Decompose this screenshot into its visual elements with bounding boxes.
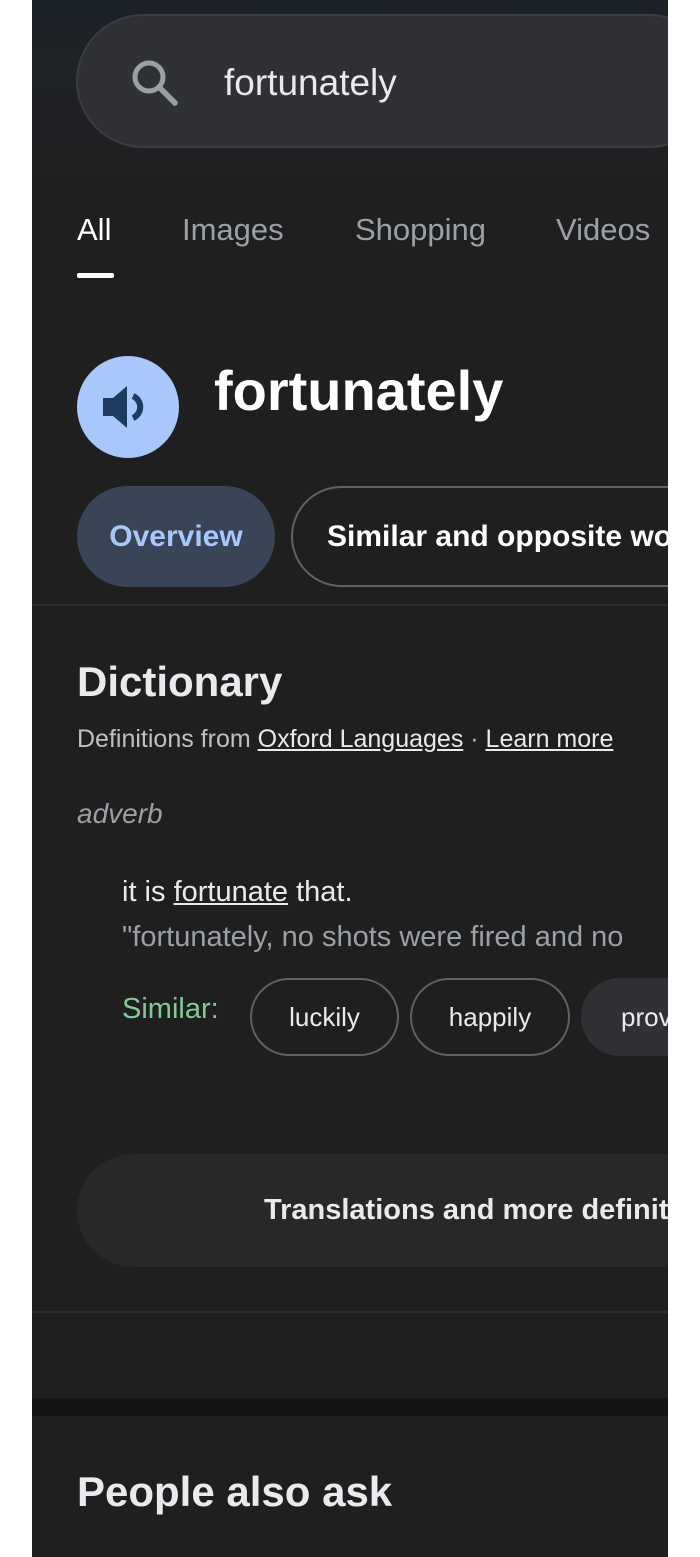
speaker-icon [103,386,144,428]
definition-text: it is fortunate that. [122,873,353,911]
synonym-chip-luckily[interactable]: luckily [250,978,399,1056]
search-input[interactable]: fortunately [224,60,397,106]
synonym-chip-providentially[interactable]: providentially [581,978,668,1056]
similar-label: Similar: [122,993,219,1025]
similar-opposite-chip[interactable]: Similar and opposite words [291,486,668,587]
tab-all[interactable]: All [77,210,111,250]
translations-button[interactable]: Translations and more definitions [77,1154,668,1267]
fortunate-link[interactable]: fortunate [174,876,288,908]
tab-images[interactable]: Images [182,210,284,250]
source-prefix: Definitions from [77,725,258,753]
pronounce-button[interactable] [77,356,179,458]
tab-shopping[interactable]: Shopping [355,210,486,250]
definition-suffix: that. [288,876,353,908]
word-title: fortunately [214,359,504,422]
oxford-languages-link[interactable]: Oxford Languages [258,725,464,753]
card-divider [32,1311,668,1313]
search-bar[interactable]: fortunately [76,14,668,148]
synonym-chip-happily[interactable]: happily [410,978,570,1056]
section-gap [32,1398,668,1416]
people-also-ask-heading: People also ask [77,1468,393,1515]
tab-videos[interactable]: Videos [556,210,650,250]
results-page: fortunately All Images Shopping Videos f… [32,0,668,1557]
dictionary-source: Definitions from Oxford Languages · Lear… [77,722,613,756]
overview-chip[interactable]: Overview [77,486,275,587]
search-icon[interactable] [128,56,182,110]
dictionary-heading: Dictionary [77,658,283,705]
example-sentence: "fortunately, no shots were fired and no [122,921,624,953]
search-tabs: All Images Shopping Videos [32,200,668,290]
part-of-speech: adverb [77,798,163,829]
definition-prefix: it is [122,876,174,908]
section-divider [32,604,668,606]
active-tab-indicator [77,273,114,278]
source-separator: · [463,725,486,753]
learn-more-link[interactable]: Learn more [486,725,614,753]
